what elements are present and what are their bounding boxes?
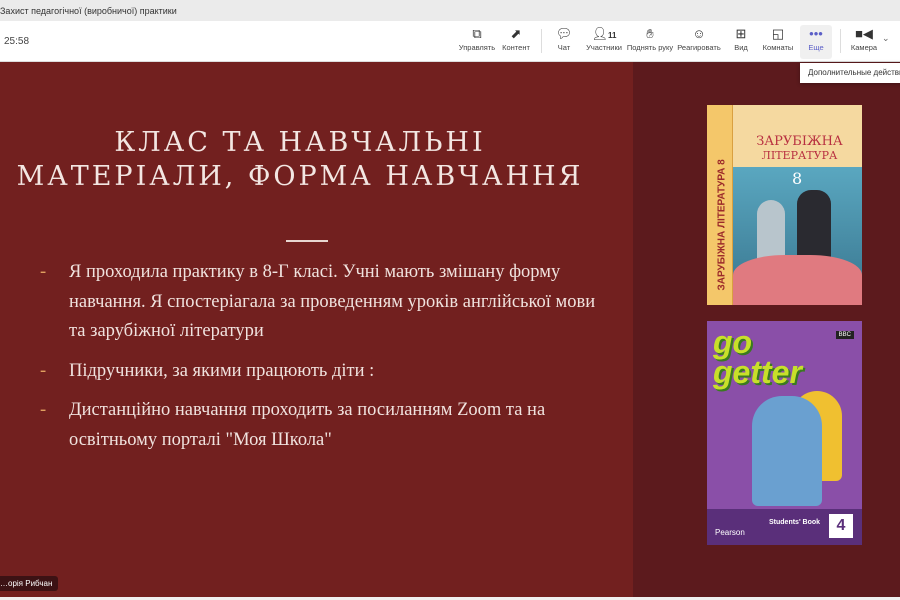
content-button[interactable]: ⬈ Контент <box>500 25 532 59</box>
rooms-button[interactable]: ◱ Комнаты <box>761 25 795 59</box>
more-button[interactable]: ••• Еще <box>800 25 832 59</box>
bullet-list: -Я проходила практику в 8-Г класі. Учні … <box>40 258 610 465</box>
camera-button[interactable]: ■◀ Камера <box>848 25 880 59</box>
rooms-icon: ◱ <box>771 26 785 41</box>
participants-button[interactable]: 👤︎11 Участники <box>584 25 624 59</box>
participants-icon: 👤︎11 <box>591 26 617 41</box>
window-title: Захист педагогічної (виробничої) практик… <box>0 0 900 21</box>
content-icon: ⬈ <box>510 26 522 41</box>
bullet-item: - Підручники, за якими працюють діти : <box>40 360 375 381</box>
react-button[interactable]: ☺ Реагировать <box>677 25 721 59</box>
divider <box>840 29 841 53</box>
share-screen-icon: ⧉ <box>472 26 482 41</box>
more-icon: ••• <box>809 26 823 41</box>
divider <box>541 29 542 53</box>
chat-icon: 💬︎ <box>555 26 573 41</box>
camera-icon: ■◀ <box>855 26 873 41</box>
participants-count: 11 <box>608 31 617 40</box>
meeting-toolbar: 25:58 ⧉ Управлять ⬈ Контент 💬︎ Чат 👤︎11 Учас… <box>0 21 900 62</box>
slide-title: КЛАС ТА НАВЧАЛЬНІ МАТЕРІАЛИ, ФОРМА НАВЧА… <box>16 127 584 192</box>
view-button[interactable]: ⊞ Вид <box>730 25 752 59</box>
chat-button[interactable]: 💬︎ Чат <box>552 25 576 59</box>
raise-hand-icon: ✋︎ <box>646 26 654 41</box>
shared-slide: КЛАС ТА НАВЧАЛЬНІ МАТЕРІАЛИ, ФОРМА НАВЧА… <box>0 62 900 597</box>
raise-hand-button[interactable]: ✋︎ Поднять руку <box>626 25 674 59</box>
bullet-item: -Я проходила практику в 8-Г класі. Учні … <box>40 262 596 341</box>
meeting-timer: 25:58 <box>4 36 30 47</box>
share-button[interactable]: ⧉ Управлять <box>458 25 496 59</box>
bullet-item: - Дистанційно навчання проходить за посил… <box>40 400 546 450</box>
presenter-name-tag: …орія Рибчан <box>0 576 59 591</box>
title-divider <box>286 240 328 242</box>
smile-icon: ☺ <box>692 26 706 41</box>
go-getter-textbook-cover: go getter BBC Pearson Students' Book 4 <box>707 321 862 545</box>
camera-options-chevron-icon[interactable]: ⌄ <box>882 33 890 44</box>
literature-textbook-cover: ЗАРУБІЖНА ЛІТЕРАТУРА 8 ЗАРУБІЖНА ЛІТЕРАТУ… <box>707 105 862 305</box>
grid-icon: ⊞ <box>735 26 747 41</box>
more-tooltip: Дополнительные действия <box>800 63 900 83</box>
